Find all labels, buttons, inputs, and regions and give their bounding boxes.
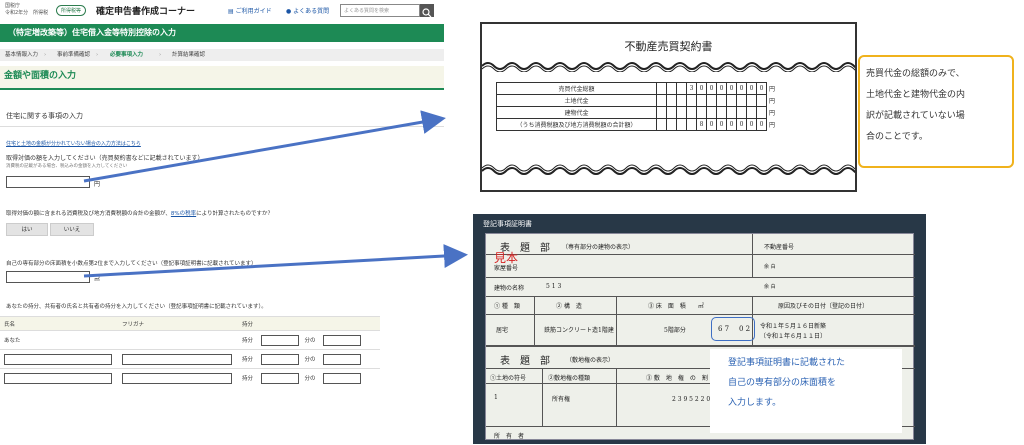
yohaku-1: 余 白: [764, 264, 776, 270]
callout1-line: 土地代金と建物代金の内: [866, 90, 966, 100]
owner-label: 所 有 者: [494, 433, 525, 440]
col-cause-date: 原因及びその日付〔登記の日付〕: [778, 303, 869, 310]
contract-digit: 3: [686, 82, 697, 95]
contract-digit: [676, 106, 687, 119]
contract-digit: 0: [706, 82, 717, 95]
col-floor-area: ③ 床 面 積 ㎡: [648, 303, 704, 310]
contract-row-label: 売買代金総額: [496, 82, 657, 95]
structure-value: 鉄筋コンクリート造1階建: [544, 327, 614, 334]
contract-digit: 8: [696, 118, 707, 131]
area-integer: 6 7: [718, 325, 730, 333]
contract-digit: [696, 94, 707, 107]
land-col-number: ①土地の符号: [490, 375, 527, 382]
contract-row-label: （うち消費税額及び地方消費税額の合計額）: [496, 118, 657, 131]
floor-value: 5階部分: [664, 327, 686, 334]
contract-digit: [686, 106, 697, 119]
col-structure: ② 構 造: [556, 303, 582, 310]
contract-digit: 0: [726, 82, 737, 95]
contract-digit: 0: [736, 118, 747, 131]
yohaku-2: 余 白: [764, 284, 776, 290]
contract-digit: [666, 118, 677, 131]
yen-cell: 円: [769, 98, 776, 105]
callout1-line: 売買代金の総額のみで、: [866, 69, 965, 79]
area-decimal: 0 2: [739, 325, 751, 333]
hyodai-subheading: （専有部分の建物の表示）: [562, 244, 635, 251]
contract-digit: [736, 106, 747, 119]
contract-digit: [656, 106, 667, 119]
yen-cell: 円: [769, 122, 776, 129]
reg-window-title: 登記事項証明書: [483, 220, 532, 228]
callout2-line: 登記事項証明書に記載された: [728, 358, 846, 368]
contract-row-label: 土地代金: [496, 94, 657, 107]
col-type: ① 種 類: [494, 303, 520, 310]
contract-digit: [696, 106, 707, 119]
contract-digit: [676, 118, 687, 131]
contract-digit: [726, 106, 737, 119]
contract-digit: [746, 94, 757, 107]
contract-row-label: 建物代金: [496, 106, 657, 119]
contract-digit: [656, 118, 667, 131]
contract-digit: 0: [746, 118, 757, 131]
contract-digit: [716, 106, 727, 119]
callout1-line: 訳が記載されていない場: [866, 111, 965, 121]
amount-table: 売買代金総額 3 0 0 0 0 0 0 0 円土地代金円建物代金円（うち消費税額及び地方消費税額…: [496, 82, 778, 131]
callout1-line: 合のことです。: [866, 132, 928, 142]
hyodai2-heading: 表 題 部: [500, 356, 550, 367]
contract-digit: [686, 118, 697, 131]
type-value: 居宅: [496, 327, 509, 334]
contract-digit: 0: [716, 118, 727, 131]
yen-cell: 円: [769, 110, 776, 117]
land-number: 1: [494, 394, 498, 401]
contract-digit: [656, 82, 667, 95]
yen-cell: 円: [769, 86, 776, 93]
contract-digit: [686, 94, 697, 107]
contract-digit: 0: [706, 118, 717, 131]
land-type: 所有権: [552, 396, 571, 403]
callout2-line: 入力します。: [728, 398, 782, 408]
building-name-label: 建物の名称: [494, 285, 525, 292]
contract-digit: [676, 82, 687, 95]
contract-title: 不動産売買契約書: [624, 40, 713, 53]
contract-digit: 0: [746, 82, 757, 95]
register-explanation-callout: 登記事項証明書に記載された 自己の専有部分の床面積を 入力します。: [710, 349, 902, 433]
contract-row: 土地代金 円: [496, 94, 778, 107]
contract-digit: 0: [726, 118, 737, 131]
contract-digit: [656, 94, 667, 107]
contract-digit: [756, 94, 767, 107]
wavy-top: [482, 62, 855, 72]
contract-digit: [666, 106, 677, 119]
contract-digit: 0: [716, 82, 727, 95]
contract-digit: 0: [756, 82, 767, 95]
land-col-type: ②敷地権の種類: [548, 375, 591, 382]
contract-digit: [746, 106, 757, 119]
contract-digit: 0: [736, 82, 747, 95]
arrow-to-contract: [83, 110, 446, 183]
contract-digit: [736, 94, 747, 107]
building-name-value: 5 1 3: [546, 283, 562, 290]
contract-digit: 0: [696, 82, 707, 95]
contract-digit: [756, 106, 767, 119]
sales-contract-document: 不動産売買契約書 売買代金総額 3 0 0 0 0 0 0 0 円土地代金円建物代金円（うち消費税…: [480, 22, 857, 192]
contract-digit: [676, 94, 687, 107]
date-new-build: 令和１年５月１６日新築: [760, 323, 827, 330]
contract-digit: [716, 94, 727, 107]
contract-digit: [666, 94, 677, 107]
land-col-ratio: ③ 敷 地 権 の 割: [646, 375, 708, 382]
contract-row: 売買代金総額 3 0 0 0 0 0 0 0 円: [496, 82, 778, 95]
contract-digit: [706, 106, 717, 119]
kaoku-number-label: 家屋番号: [494, 265, 519, 272]
contract-row: 建物代金 円: [496, 106, 778, 119]
contract-row: （うち消費税額及び地方消費税額の合計額） 8 0 0 0 0 0 0 円: [496, 118, 778, 131]
contract-explanation-callout: 売買代金の総額のみで、 土地代金と建物代金の内 訳が記載されていない場 合のこと…: [858, 55, 1014, 168]
contract-digit: [706, 94, 717, 107]
callout2-line: 自己の専有部分の床面積を: [728, 378, 837, 388]
hyodai2-subheading: （敷地権の表示）: [566, 357, 615, 364]
contract-digit: 0: [756, 118, 767, 131]
arrow-to-register: [83, 244, 468, 278]
contract-digit: [666, 82, 677, 95]
wavy-bottom: [482, 164, 855, 175]
contract-digit: [726, 94, 737, 107]
date-registered: 〔令和１年６月１１日〕: [760, 333, 827, 340]
fudosan-number-label: 不動産番号: [764, 244, 795, 251]
